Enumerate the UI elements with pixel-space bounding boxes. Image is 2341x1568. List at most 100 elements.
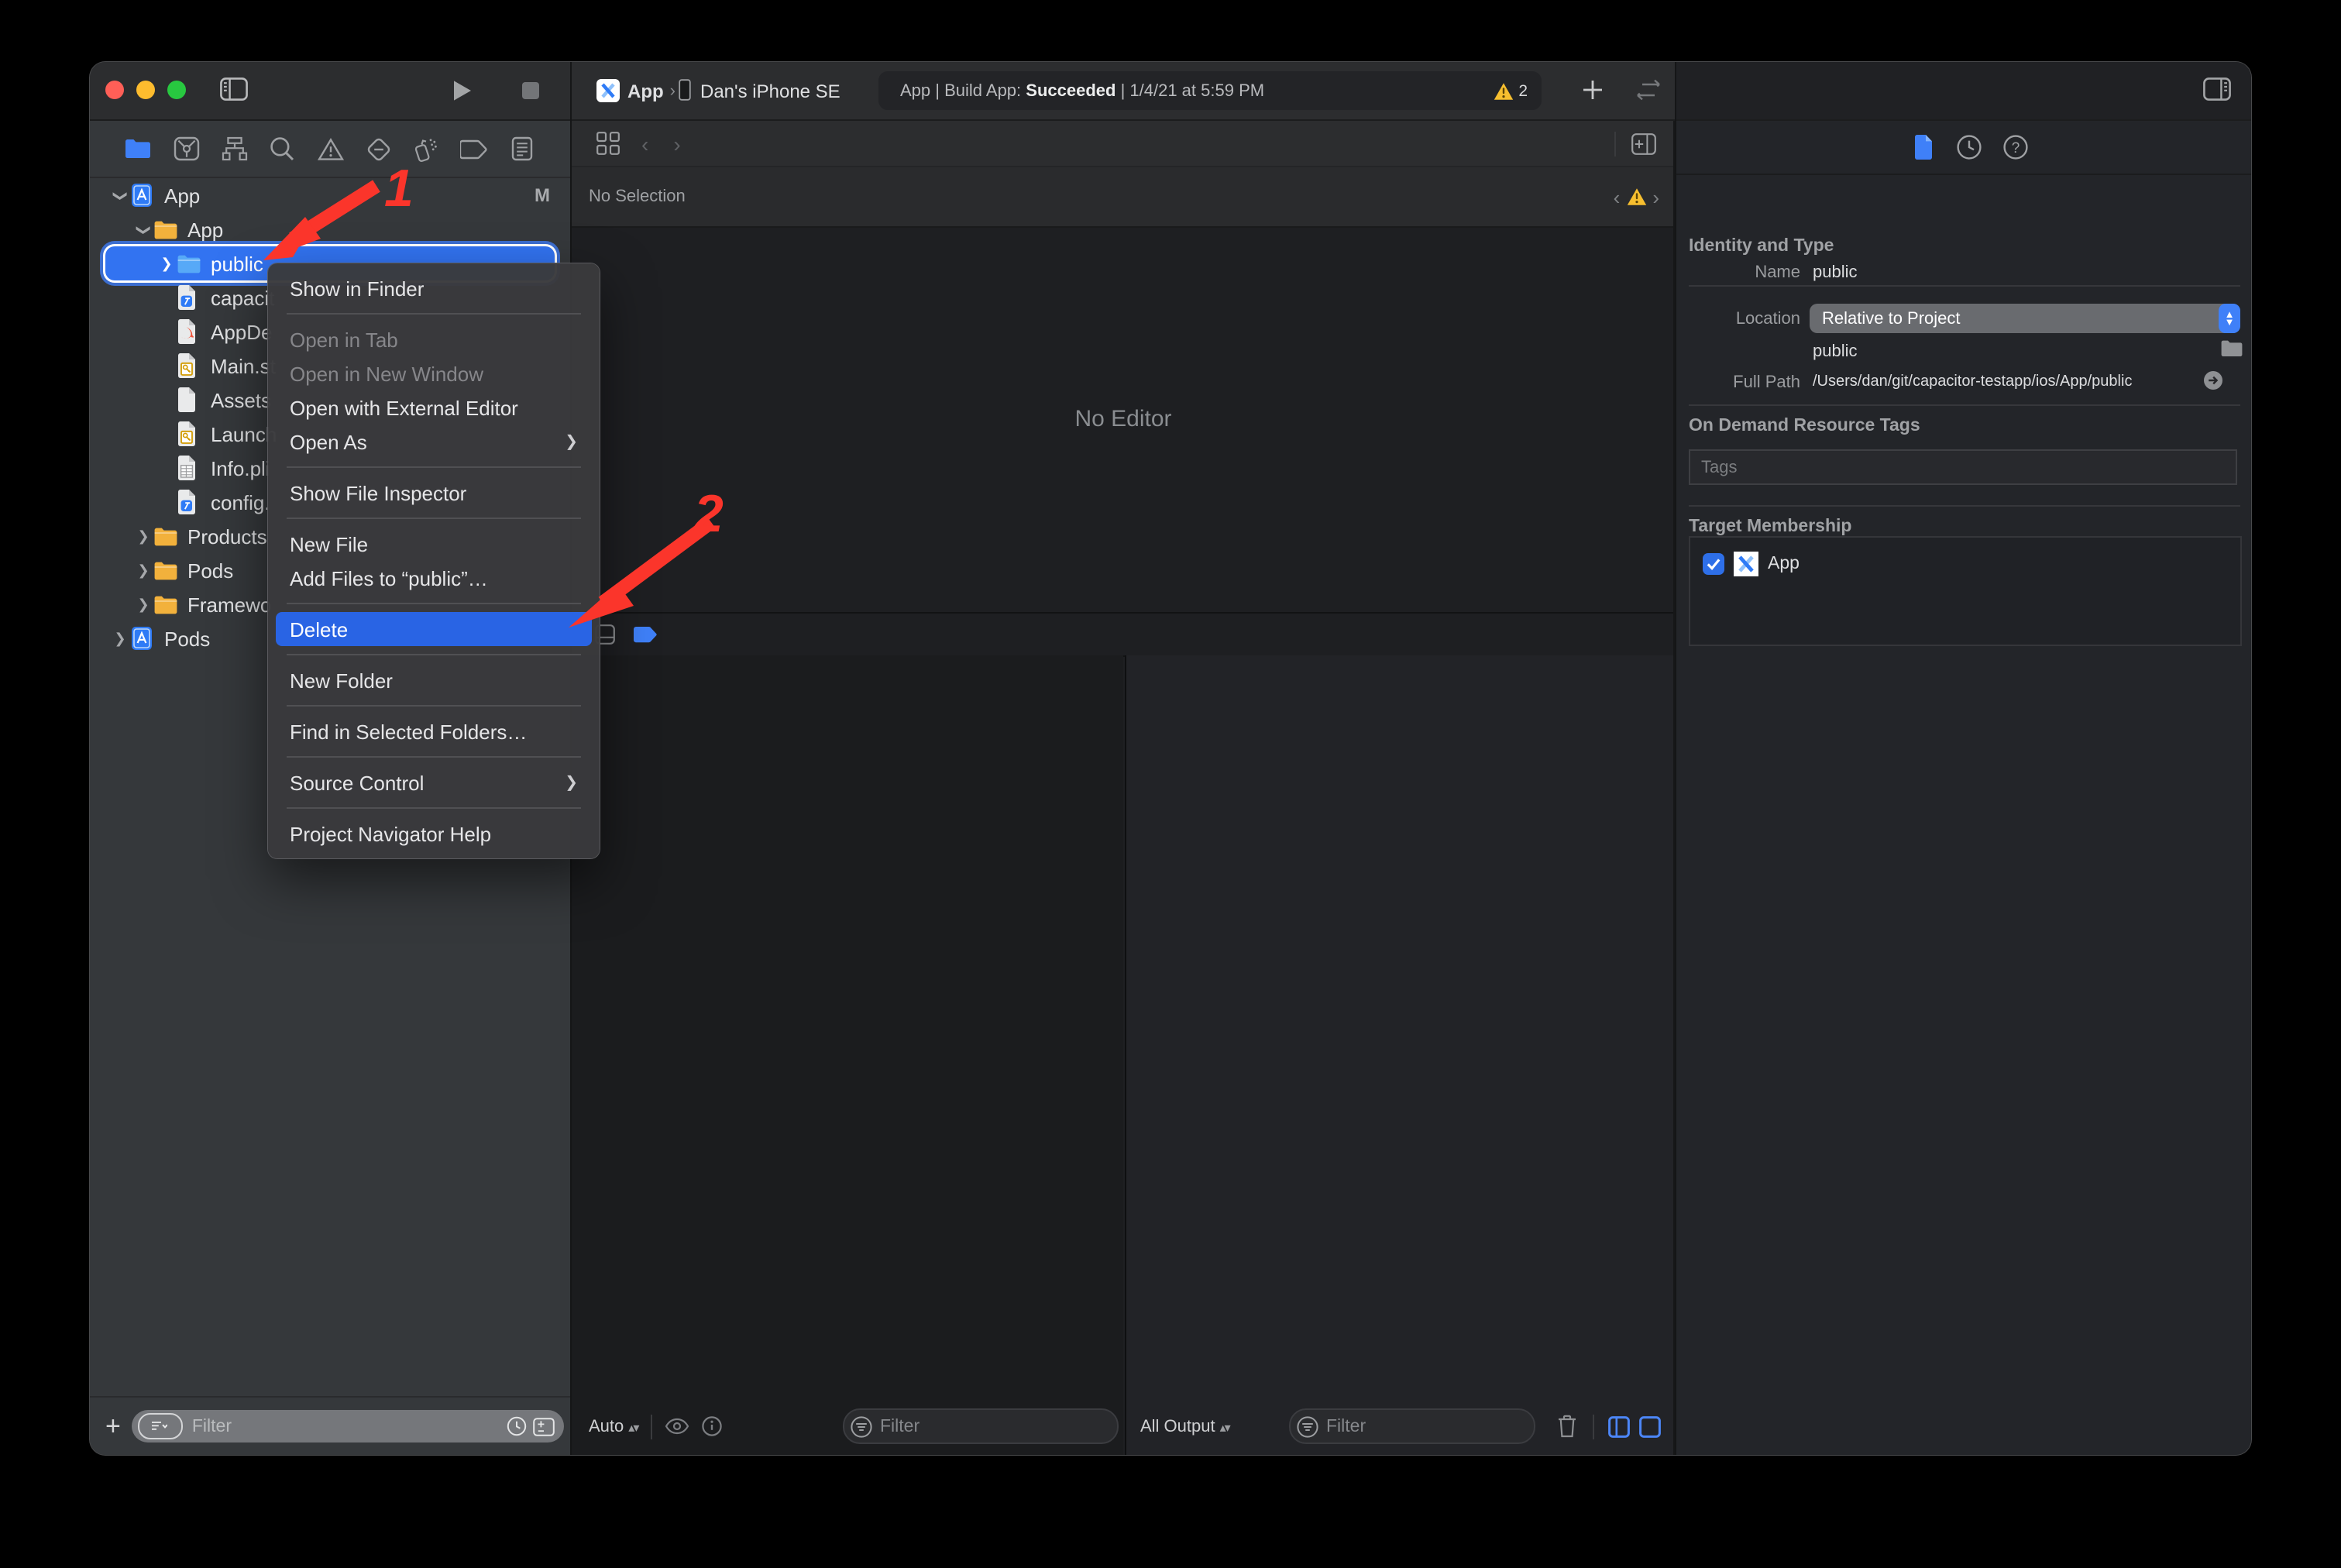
- next-issue-icon[interactable]: ›: [1652, 185, 1659, 208]
- console-view[interactable]: [1125, 655, 1675, 1398]
- breakpoint-navigator-icon[interactable]: [460, 135, 488, 163]
- menu-item-source-control[interactable]: Source Control❯: [276, 765, 592, 799]
- stop-button[interactable]: [522, 82, 539, 99]
- tree-item-label: Pods: [164, 627, 210, 650]
- navigator-filter-bar: + Filter: [90, 1396, 570, 1455]
- scm-status-filter-icon[interactable]: [533, 1417, 555, 1436]
- annotation-arrow-1: [253, 170, 395, 276]
- clear-console-trash-icon[interactable]: [1557, 1415, 1577, 1438]
- find-navigator-icon[interactable]: [268, 135, 296, 163]
- recent-files-clock-icon[interactable]: [507, 1416, 527, 1436]
- menu-item-show-in-finder[interactable]: Show in Finder: [276, 271, 592, 305]
- file-inspector-tab[interactable]: [1909, 133, 1937, 161]
- issue-navigator-icon[interactable]: [316, 135, 344, 163]
- menu-item-delete[interactable]: Delete: [276, 612, 592, 646]
- close-button[interactable]: [105, 81, 124, 99]
- disclosure-chevron-icon[interactable]: ❯: [110, 630, 130, 647]
- menu-item-new-folder[interactable]: New Folder: [276, 663, 592, 697]
- menu-item-label: Project Navigator Help: [290, 822, 491, 845]
- disclosure-chevron-icon[interactable]: ❯: [133, 528, 153, 545]
- odr-section-header: On Demand Resource Tags: [1689, 417, 1920, 435]
- history-inspector-tab[interactable]: [1955, 133, 1983, 161]
- project-navigator-icon[interactable]: [124, 135, 152, 163]
- menu-item-label: Show File Inspector: [290, 481, 466, 504]
- forward-icon[interactable]: ›: [673, 131, 680, 156]
- variables-filter-field[interactable]: Filter: [843, 1408, 1119, 1444]
- menu-item-show-file-inspector[interactable]: Show File Inspector: [276, 476, 592, 510]
- tree-item-label: App: [187, 218, 223, 241]
- tree-item-label: capacit: [211, 286, 274, 309]
- folder-blue-icon: [177, 251, 203, 276]
- editor-swap-icon: [1633, 79, 1664, 101]
- inspector-divider[interactable]: [1675, 62, 1676, 1455]
- quick-help-inspector-tab[interactable]: ?: [2002, 133, 2030, 161]
- variables-pane-toggle-icon[interactable]: [1608, 1415, 1630, 1437]
- report-navigator-icon[interactable]: [508, 135, 536, 163]
- warning-count-badge[interactable]: 2: [1494, 81, 1528, 100]
- menu-separator: [287, 756, 581, 758]
- warning-icon: [1494, 81, 1514, 100]
- issue-warning-icon[interactable]: [1626, 187, 1646, 206]
- menu-item-project-navigator-help[interactable]: Project Navigator Help: [276, 817, 592, 851]
- scheme-name[interactable]: App›: [627, 81, 675, 102]
- tree-item-label: Assets: [211, 388, 271, 411]
- activity-view[interactable]: App | Build App: Succeeded | 1/4/21 at 5…: [878, 71, 1542, 110]
- variables-view[interactable]: [572, 655, 1123, 1398]
- add-editor-icon[interactable]: [1631, 132, 1656, 154]
- menu-item-label: Delete: [290, 617, 348, 641]
- menu-item-new-file[interactable]: New File: [276, 527, 592, 561]
- disclosure-chevron-icon[interactable]: ❯: [135, 219, 152, 239]
- jump-bar[interactable]: No Selection ‹ ›: [572, 166, 1675, 228]
- minimize-button[interactable]: [136, 81, 155, 99]
- submenu-chevron-icon: ❯: [565, 433, 578, 450]
- menu-item-add-files-to-public-[interactable]: Add Files to “public”…: [276, 561, 592, 595]
- checkbox-checked-icon[interactable]: [1703, 553, 1724, 575]
- target-membership-row[interactable]: App: [1703, 552, 2240, 576]
- library-add-button[interactable]: [1582, 79, 1604, 101]
- zoom-button[interactable]: [167, 81, 186, 99]
- open-path-arrow-icon[interactable]: [2203, 370, 2223, 390]
- disclosure-chevron-icon[interactable]: ❯: [133, 562, 153, 579]
- menu-item-open-with-external-editor[interactable]: Open with External Editor: [276, 390, 592, 425]
- test-navigator-icon[interactable]: [364, 135, 392, 163]
- related-items-grid-icon[interactable]: [596, 132, 620, 155]
- inspector-toggle-icon[interactable]: [2203, 77, 2231, 101]
- console-bar: All Output▴▾ Filter: [1125, 1398, 1675, 1455]
- menu-separator: [287, 466, 581, 468]
- file-plist-icon: [177, 456, 203, 480]
- disclosure-chevron-icon[interactable]: ❯: [112, 185, 129, 205]
- console-scope-popup[interactable]: All Output▴▾: [1140, 1417, 1229, 1436]
- navigator-filter-field[interactable]: Filter: [132, 1410, 564, 1442]
- location-popup[interactable]: Relative to Project ▲▼: [1810, 304, 2240, 333]
- menu-separator: [287, 807, 581, 809]
- tags-field[interactable]: Tags: [1689, 449, 2237, 485]
- name-value[interactable]: public: [1813, 263, 1858, 282]
- project-icon: [130, 626, 156, 651]
- inspector-tab-strip: ?: [1675, 121, 2251, 175]
- previous-issue-icon[interactable]: ‹: [1614, 185, 1621, 208]
- symbol-navigator-icon[interactable]: [220, 135, 248, 163]
- folder-yellow-icon: [153, 592, 180, 617]
- back-icon[interactable]: ‹: [641, 131, 648, 156]
- source-control-navigator-icon[interactable]: [172, 135, 200, 163]
- scheme-project-icon[interactable]: [596, 79, 620, 102]
- run-destination[interactable]: Dan's iPhone SE: [700, 81, 840, 102]
- xcode-window: App› Dan's iPhone SE App | Build App: Su…: [90, 62, 2251, 1455]
- divider: [1689, 285, 2240, 287]
- menu-item-find-in-selected-folders-[interactable]: Find in Selected Folders…: [276, 714, 592, 748]
- sidebar-toggle-icon[interactable]: [220, 77, 248, 101]
- console-filter-field[interactable]: Filter: [1289, 1408, 1535, 1444]
- choose-folder-icon[interactable]: [2220, 339, 2243, 358]
- add-item-button[interactable]: +: [105, 1411, 121, 1442]
- run-button[interactable]: [452, 79, 473, 102]
- menu-item-open-as[interactable]: Open As❯: [276, 425, 592, 459]
- disclosure-chevron-icon[interactable]: ❯: [156, 255, 177, 272]
- quicklook-eye-icon[interactable]: [664, 1418, 689, 1435]
- variables-scope-popup[interactable]: Auto▴▾: [589, 1417, 638, 1436]
- debug-navigator-icon[interactable]: [412, 135, 440, 163]
- console-pane-toggle-icon[interactable]: [1639, 1415, 1661, 1437]
- info-icon[interactable]: [701, 1416, 721, 1436]
- filter-circle-icon: [851, 1415, 872, 1437]
- filter-options-icon[interactable]: [138, 1413, 183, 1439]
- disclosure-chevron-icon[interactable]: ❯: [133, 596, 153, 613]
